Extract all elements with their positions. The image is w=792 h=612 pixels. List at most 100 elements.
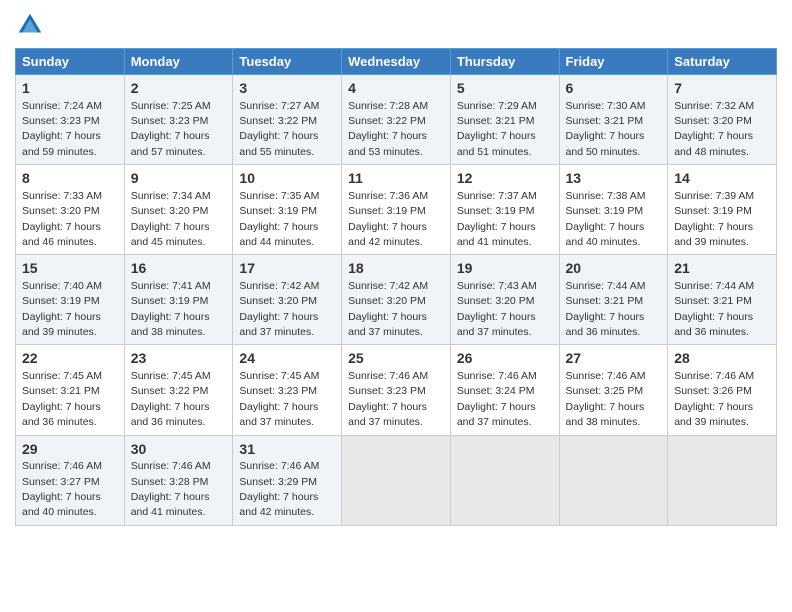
calendar-week-3: 15Sunrise: 7:40 AMSunset: 3:19 PMDayligh… (16, 255, 777, 345)
day-info: Sunrise: 7:46 AMSunset: 3:26 PMDaylight:… (674, 370, 754, 428)
day-info: Sunrise: 7:46 AMSunset: 3:28 PMDaylight:… (131, 460, 211, 518)
day-info: Sunrise: 7:44 AMSunset: 3:21 PMDaylight:… (566, 280, 646, 338)
day-number: 20 (566, 259, 662, 279)
logo-icon (15, 10, 45, 40)
calendar-cell: 26Sunrise: 7:46 AMSunset: 3:24 PMDayligh… (450, 345, 559, 435)
calendar-header-row: SundayMondayTuesdayWednesdayThursdayFrid… (16, 49, 777, 75)
day-info: Sunrise: 7:34 AMSunset: 3:20 PMDaylight:… (131, 190, 211, 248)
calendar-cell: 21Sunrise: 7:44 AMSunset: 3:21 PMDayligh… (668, 255, 777, 345)
day-number: 19 (457, 259, 553, 279)
calendar-cell: 17Sunrise: 7:42 AMSunset: 3:20 PMDayligh… (233, 255, 342, 345)
day-number: 16 (131, 259, 227, 279)
day-header-thursday: Thursday (450, 49, 559, 75)
day-info: Sunrise: 7:42 AMSunset: 3:20 PMDaylight:… (239, 280, 319, 338)
calendar-cell: 16Sunrise: 7:41 AMSunset: 3:19 PMDayligh… (124, 255, 233, 345)
calendar-cell: 31Sunrise: 7:46 AMSunset: 3:29 PMDayligh… (233, 435, 342, 525)
calendar-cell: 10Sunrise: 7:35 AMSunset: 3:19 PMDayligh… (233, 165, 342, 255)
calendar-table: SundayMondayTuesdayWednesdayThursdayFrid… (15, 48, 777, 526)
calendar-cell: 13Sunrise: 7:38 AMSunset: 3:19 PMDayligh… (559, 165, 668, 255)
day-info: Sunrise: 7:36 AMSunset: 3:19 PMDaylight:… (348, 190, 428, 248)
day-number: 30 (131, 440, 227, 460)
day-number: 8 (22, 169, 118, 189)
calendar-cell (668, 435, 777, 525)
day-number: 21 (674, 259, 770, 279)
day-info: Sunrise: 7:46 AMSunset: 3:25 PMDaylight:… (566, 370, 646, 428)
day-number: 11 (348, 169, 444, 189)
day-info: Sunrise: 7:29 AMSunset: 3:21 PMDaylight:… (457, 100, 537, 158)
day-info: Sunrise: 7:32 AMSunset: 3:20 PMDaylight:… (674, 100, 754, 158)
day-number: 14 (674, 169, 770, 189)
day-info: Sunrise: 7:37 AMSunset: 3:19 PMDaylight:… (457, 190, 537, 248)
day-info: Sunrise: 7:46 AMSunset: 3:23 PMDaylight:… (348, 370, 428, 428)
day-info: Sunrise: 7:45 AMSunset: 3:23 PMDaylight:… (239, 370, 319, 428)
day-number: 12 (457, 169, 553, 189)
calendar-week-4: 22Sunrise: 7:45 AMSunset: 3:21 PMDayligh… (16, 345, 777, 435)
day-number: 29 (22, 440, 118, 460)
day-number: 28 (674, 349, 770, 369)
day-number: 15 (22, 259, 118, 279)
calendar-cell: 1Sunrise: 7:24 AMSunset: 3:23 PMDaylight… (16, 75, 125, 165)
calendar-cell: 4Sunrise: 7:28 AMSunset: 3:22 PMDaylight… (342, 75, 451, 165)
day-number: 7 (674, 79, 770, 99)
calendar-cell: 3Sunrise: 7:27 AMSunset: 3:22 PMDaylight… (233, 75, 342, 165)
day-number: 31 (239, 440, 335, 460)
calendar-cell: 22Sunrise: 7:45 AMSunset: 3:21 PMDayligh… (16, 345, 125, 435)
day-info: Sunrise: 7:38 AMSunset: 3:19 PMDaylight:… (566, 190, 646, 248)
calendar-week-5: 29Sunrise: 7:46 AMSunset: 3:27 PMDayligh… (16, 435, 777, 525)
calendar-cell (342, 435, 451, 525)
logo (15, 10, 49, 40)
calendar-cell: 12Sunrise: 7:37 AMSunset: 3:19 PMDayligh… (450, 165, 559, 255)
calendar-cell: 6Sunrise: 7:30 AMSunset: 3:21 PMDaylight… (559, 75, 668, 165)
day-header-saturday: Saturday (668, 49, 777, 75)
day-info: Sunrise: 7:28 AMSunset: 3:22 PMDaylight:… (348, 100, 428, 158)
day-info: Sunrise: 7:43 AMSunset: 3:20 PMDaylight:… (457, 280, 537, 338)
day-header-tuesday: Tuesday (233, 49, 342, 75)
day-number: 4 (348, 79, 444, 99)
day-number: 6 (566, 79, 662, 99)
calendar-week-2: 8Sunrise: 7:33 AMSunset: 3:20 PMDaylight… (16, 165, 777, 255)
calendar-week-1: 1Sunrise: 7:24 AMSunset: 3:23 PMDaylight… (16, 75, 777, 165)
day-info: Sunrise: 7:46 AMSunset: 3:29 PMDaylight:… (239, 460, 319, 518)
calendar-cell: 29Sunrise: 7:46 AMSunset: 3:27 PMDayligh… (16, 435, 125, 525)
calendar-cell: 5Sunrise: 7:29 AMSunset: 3:21 PMDaylight… (450, 75, 559, 165)
calendar-cell: 11Sunrise: 7:36 AMSunset: 3:19 PMDayligh… (342, 165, 451, 255)
day-number: 5 (457, 79, 553, 99)
calendar-cell (559, 435, 668, 525)
day-info: Sunrise: 7:27 AMSunset: 3:22 PMDaylight:… (239, 100, 319, 158)
calendar-cell: 9Sunrise: 7:34 AMSunset: 3:20 PMDaylight… (124, 165, 233, 255)
calendar-cell: 2Sunrise: 7:25 AMSunset: 3:23 PMDaylight… (124, 75, 233, 165)
day-number: 25 (348, 349, 444, 369)
calendar-cell: 7Sunrise: 7:32 AMSunset: 3:20 PMDaylight… (668, 75, 777, 165)
day-info: Sunrise: 7:46 AMSunset: 3:24 PMDaylight:… (457, 370, 537, 428)
day-info: Sunrise: 7:35 AMSunset: 3:19 PMDaylight:… (239, 190, 319, 248)
calendar-cell: 14Sunrise: 7:39 AMSunset: 3:19 PMDayligh… (668, 165, 777, 255)
day-info: Sunrise: 7:25 AMSunset: 3:23 PMDaylight:… (131, 100, 211, 158)
header (15, 10, 777, 40)
calendar-cell: 15Sunrise: 7:40 AMSunset: 3:19 PMDayligh… (16, 255, 125, 345)
calendar-cell: 25Sunrise: 7:46 AMSunset: 3:23 PMDayligh… (342, 345, 451, 435)
day-info: Sunrise: 7:30 AMSunset: 3:21 PMDaylight:… (566, 100, 646, 158)
calendar-cell: 28Sunrise: 7:46 AMSunset: 3:26 PMDayligh… (668, 345, 777, 435)
day-number: 27 (566, 349, 662, 369)
day-info: Sunrise: 7:44 AMSunset: 3:21 PMDaylight:… (674, 280, 754, 338)
day-number: 3 (239, 79, 335, 99)
day-info: Sunrise: 7:45 AMSunset: 3:21 PMDaylight:… (22, 370, 102, 428)
day-info: Sunrise: 7:24 AMSunset: 3:23 PMDaylight:… (22, 100, 102, 158)
calendar-cell: 23Sunrise: 7:45 AMSunset: 3:22 PMDayligh… (124, 345, 233, 435)
calendar-cell: 30Sunrise: 7:46 AMSunset: 3:28 PMDayligh… (124, 435, 233, 525)
day-number: 18 (348, 259, 444, 279)
day-info: Sunrise: 7:42 AMSunset: 3:20 PMDaylight:… (348, 280, 428, 338)
day-header-friday: Friday (559, 49, 668, 75)
day-number: 10 (239, 169, 335, 189)
day-info: Sunrise: 7:41 AMSunset: 3:19 PMDaylight:… (131, 280, 211, 338)
day-number: 13 (566, 169, 662, 189)
calendar-cell: 27Sunrise: 7:46 AMSunset: 3:25 PMDayligh… (559, 345, 668, 435)
page-container: SundayMondayTuesdayWednesdayThursdayFrid… (0, 0, 792, 536)
day-number: 26 (457, 349, 553, 369)
day-number: 2 (131, 79, 227, 99)
day-header-sunday: Sunday (16, 49, 125, 75)
day-number: 24 (239, 349, 335, 369)
day-number: 1 (22, 79, 118, 99)
day-info: Sunrise: 7:46 AMSunset: 3:27 PMDaylight:… (22, 460, 102, 518)
day-info: Sunrise: 7:39 AMSunset: 3:19 PMDaylight:… (674, 190, 754, 248)
